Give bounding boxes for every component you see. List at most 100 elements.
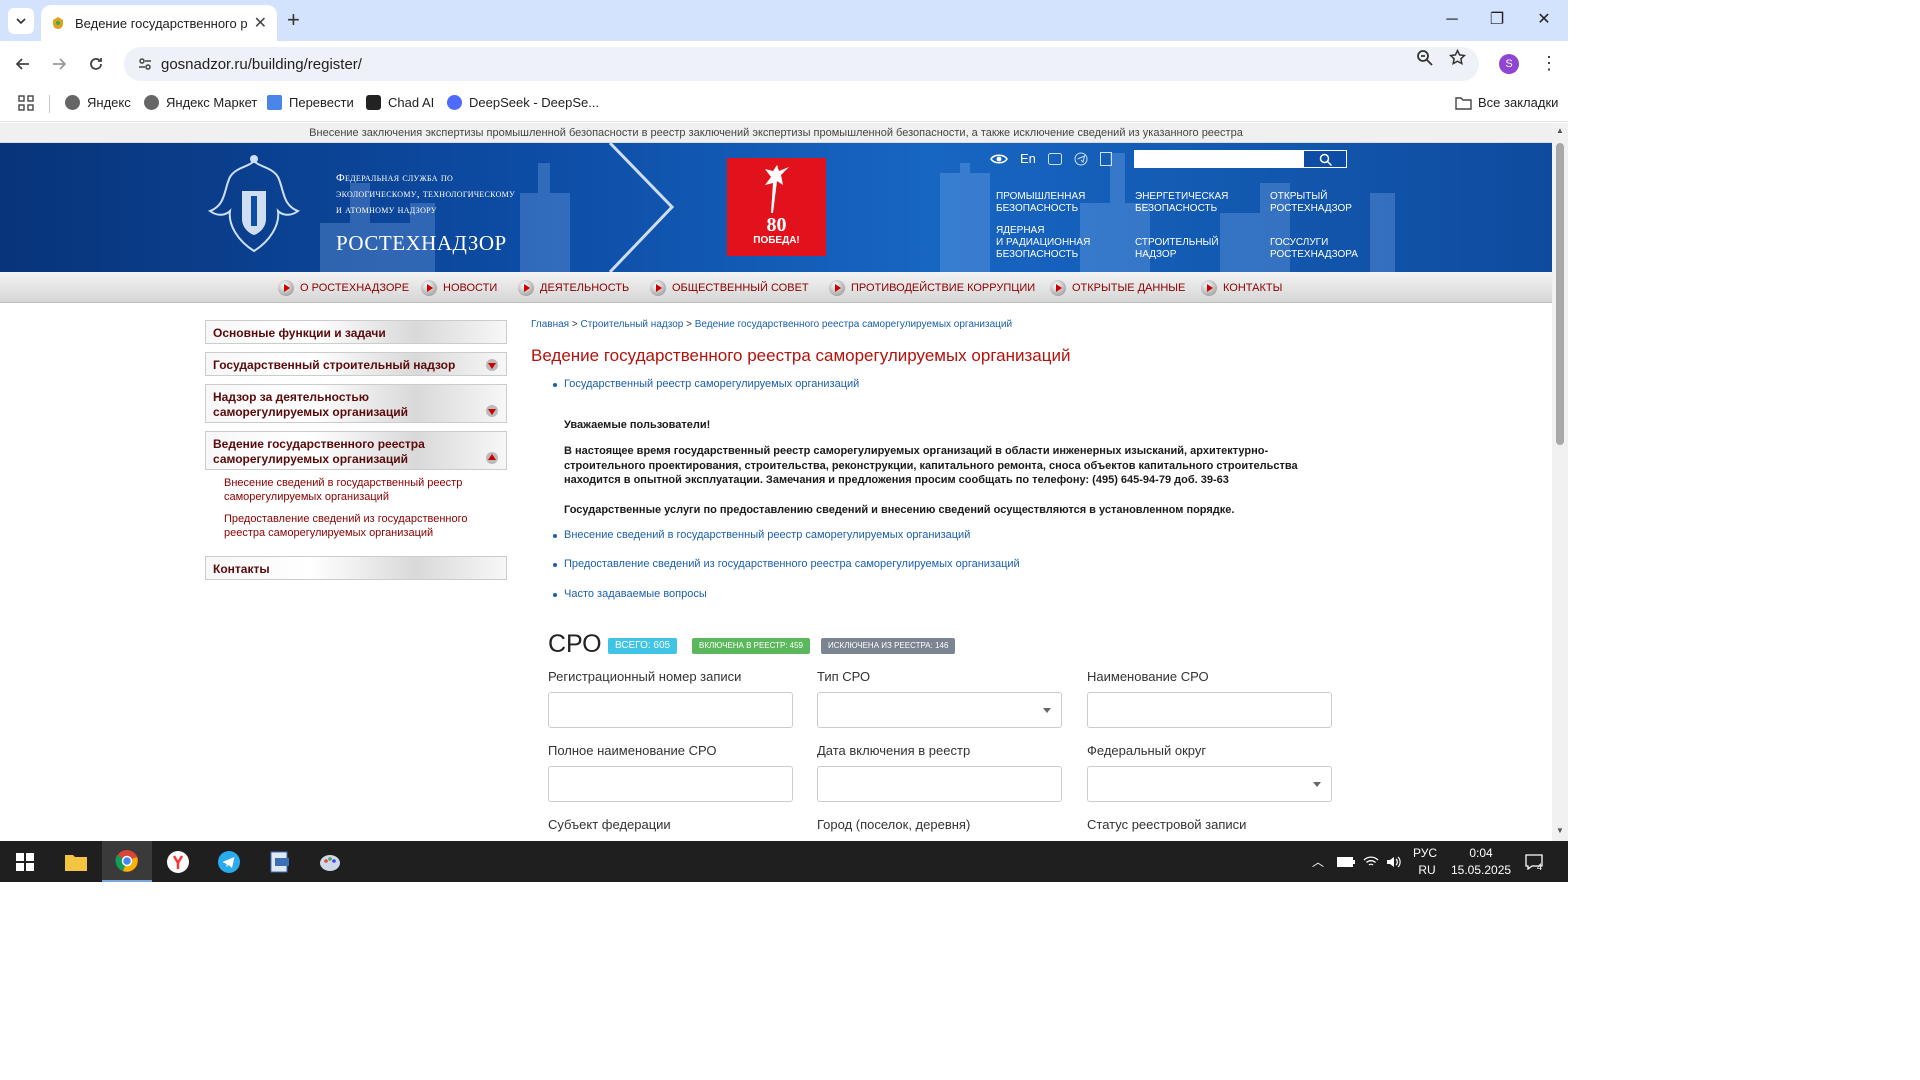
site-settings-icon[interactable] [134, 53, 156, 75]
site-search-button[interactable] [1303, 150, 1347, 168]
scroll-thumb[interactable] [1556, 143, 1564, 445]
clock[interactable]: 0:04 15.05.2025 [1451, 841, 1511, 882]
telegram-icon[interactable] [1074, 152, 1088, 166]
taskbar-telegram[interactable] [204, 841, 254, 882]
nav-about[interactable]: О Ростехнадзоре [278, 280, 409, 296]
breadcrumb-home[interactable]: Главная [531, 319, 569, 330]
announcement-bar[interactable]: Внесение заключения экспертизы промышлен… [0, 123, 1552, 143]
reload-button[interactable] [83, 51, 109, 77]
nav-activity[interactable]: Деятельность [518, 280, 629, 296]
url-text[interactable]: gosnadzor.ru/building/register/ [161, 56, 362, 73]
bookmark-chad-ai[interactable]: Chad AI [366, 95, 434, 110]
bookmark-translate[interactable]: Перевести [267, 95, 354, 110]
breadcrumb-construction[interactable]: Строительный надзор [580, 319, 683, 330]
scroll-up-icon[interactable]: ▲ [1556, 126, 1564, 135]
badge-included[interactable]: Включена в реестр: 459 [692, 638, 810, 654]
link-provide-info[interactable]: Предоставление сведений из государственн… [553, 558, 1020, 570]
page-scrollbar[interactable]: ▲ ▼ [1552, 123, 1568, 841]
close-window-button[interactable]: ✕ [1521, 6, 1567, 34]
nav-public-council[interactable]: Общественный совет [650, 280, 809, 296]
back-button[interactable] [10, 51, 36, 77]
victory-80-banner[interactable]: 80 ПОБЕДА! [727, 158, 826, 256]
browser-tab[interactable]: Ведение государственного ре ✕ [41, 5, 277, 41]
badge-total[interactable]: Всего: 605 [608, 638, 678, 654]
ok-icon[interactable] [1099, 151, 1112, 166]
collapse-arrow-icon[interactable] [486, 452, 498, 464]
vk-icon[interactable] [1047, 152, 1062, 165]
nav-news[interactable]: Новости [421, 280, 497, 296]
label-inclusion-date: Дата включения в реестр [817, 743, 971, 758]
emblem-logo[interactable] [204, 151, 304, 263]
battery-icon[interactable] [1337, 841, 1355, 882]
agency-line: Федеральная служба по [336, 172, 454, 184]
zoom-icon[interactable] [1416, 49, 1433, 71]
header-link-industrial-safety[interactable]: ПРОМЫШЛЕННАЯ БЕЗОПАСНОСТЬ [996, 191, 1085, 215]
sidebar-item-contacts[interactable]: Контакты [205, 556, 507, 580]
bookmark-star-icon[interactable] [1448, 48, 1467, 71]
header-link-construction[interactable]: СТРОИТЕЛЬНЫЙ НАДЗОР [1135, 237, 1219, 261]
notification-center-button[interactable]: 4 [1525, 841, 1543, 882]
deepseek-icon [447, 95, 462, 110]
bookmark-yandex-market[interactable]: Яндекс Маркет [144, 95, 257, 110]
tray-chevron-up-icon[interactable]: ︿ [1312, 841, 1324, 882]
taskbar-app-document[interactable] [255, 841, 305, 882]
language-switch[interactable]: En [1020, 151, 1036, 166]
start-button[interactable] [0, 841, 50, 882]
scroll-down-icon[interactable]: ▼ [1556, 826, 1564, 835]
federal-district-select[interactable] [1087, 766, 1332, 802]
apps-icon[interactable] [18, 95, 34, 111]
taskbar-yandex-browser[interactable] [153, 841, 203, 882]
agency-name[interactable]: РОСТЕХНАДЗОР [336, 231, 507, 256]
eye-icon[interactable] [990, 153, 1008, 165]
nav-open-data[interactable]: Открытые данные [1050, 280, 1185, 296]
sidebar-item-state-construction[interactable]: Государственный строительный надзор [205, 352, 507, 376]
all-bookmarks-button[interactable]: Все закладки [1455, 95, 1558, 110]
breadcrumb-current[interactable]: Ведение государственного реестра саморег… [695, 319, 1012, 330]
link-submit-info[interactable]: Внесение сведений в государственный реес… [552, 529, 970, 541]
minimize-button[interactable]: ─ [1429, 6, 1475, 34]
agency-line: и атомному надзору [336, 204, 437, 216]
profile-avatar[interactable]: S [1499, 54, 1519, 74]
wifi-icon[interactable] [1363, 841, 1379, 882]
sidebar-subitem-submit[interactable]: Внесение сведений в государственный реес… [224, 476, 494, 504]
play-bullet-icon [650, 280, 666, 296]
full-name-input[interactable] [548, 766, 793, 802]
volume-icon[interactable] [1386, 841, 1402, 882]
sro-name-input[interactable] [1087, 692, 1332, 728]
taskbar-chrome[interactable] [102, 841, 152, 882]
link-registry[interactable]: Государственный реестр саморегулируемых … [552, 378, 859, 390]
tab-close-icon[interactable]: ✕ [254, 13, 267, 33]
new-tab-button[interactable]: + [287, 8, 300, 32]
bookmark-yandex[interactable]: Яндекс [65, 95, 131, 110]
expand-arrow-icon[interactable] [486, 359, 498, 371]
reg-number-input[interactable] [548, 692, 793, 728]
sro-type-select[interactable] [817, 692, 1062, 728]
link-faq[interactable]: Часто задаваемые вопросы [553, 588, 707, 600]
expand-arrow-icon[interactable] [486, 405, 498, 417]
badge-excluded[interactable]: Исключена из реестра: 146 [821, 638, 956, 654]
sidebar-item-sro-supervision[interactable]: Надзор за деятельностью саморегулируемых… [205, 384, 507, 423]
header-link-gosuslugi[interactable]: ГОСУСЛУГИ РОСТЕХНАДЗОРА [1270, 237, 1358, 261]
menu-icon[interactable]: ⋮ [1540, 53, 1558, 74]
nav-anticorruption[interactable]: Противодействие коррупции [829, 280, 1035, 296]
sidebar-item-sro-registry[interactable]: Ведение государственного реестра саморег… [205, 431, 507, 470]
restore-button[interactable]: ❐ [1474, 6, 1520, 34]
header-link-line: БЕЗОПАСНОСТЬ [1135, 203, 1218, 214]
header-link-open-rtn[interactable]: ОТКРЫТЫЙ РОСТЕХНАДЗОР [1270, 191, 1352, 215]
forward-button[interactable] [46, 51, 72, 77]
taskbar-paint[interactable] [305, 841, 355, 882]
address-bar[interactable]: gosnadzor.ru/building/register/ [124, 47, 1479, 81]
language-indicator[interactable]: РУС RU [1413, 841, 1437, 882]
sidebar-item-functions[interactable]: Основные функции и задачи [205, 320, 507, 344]
header-link-energy-safety[interactable]: ЭНЕРГЕТИЧЕСКАЯ БЕЗОПАСНОСТЬ [1135, 191, 1228, 215]
sidebar-subitem-provide[interactable]: Предоставление сведений из государственн… [224, 512, 494, 540]
taskbar-explorer[interactable] [51, 841, 101, 882]
nav-contacts[interactable]: Контакты [1201, 280, 1282, 296]
play-bullet-icon [1050, 280, 1066, 296]
tab-strip: Ведение государственного ре ✕ + ─ ❐ ✕ [0, 0, 1568, 41]
header-link-nuclear-safety[interactable]: ЯДЕРНАЯ И РАДИАЦИОННАЯ БЕЗОПАСНОСТЬ [996, 225, 1090, 261]
inclusion-date-input[interactable] [817, 766, 1062, 802]
bookmark-deepseek[interactable]: DeepSeek - DeepSe... [447, 95, 599, 110]
play-bullet-icon [518, 280, 534, 296]
tab-search-button[interactable] [8, 8, 34, 34]
